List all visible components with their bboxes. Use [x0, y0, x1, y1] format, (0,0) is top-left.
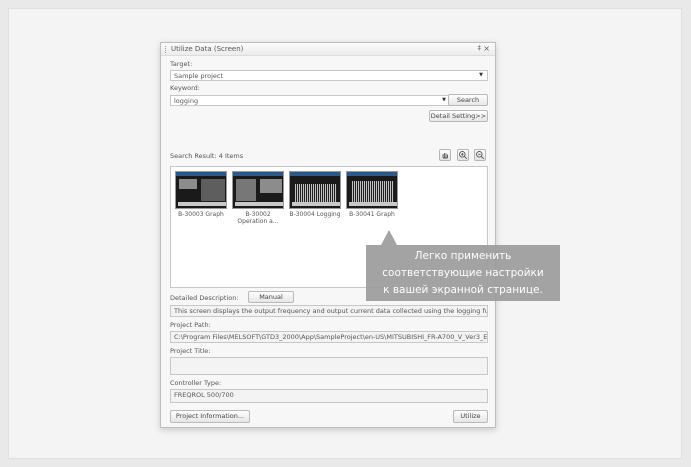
utilize-data-window: Utilize Data (Screen) ‡ × Target: Sample… [160, 42, 496, 428]
utilize-button[interactable]: Utilize [453, 410, 488, 423]
project-title-field [170, 357, 488, 375]
controller-type-field: FREQROL 500/700 [170, 389, 488, 403]
result-thumbnail[interactable] [175, 171, 227, 209]
detailed-description-label: Detailed Description: [170, 294, 239, 302]
keyword-combobox[interactable]: logging ▼ [170, 95, 451, 106]
project-path-label: Project Path: [170, 321, 211, 329]
project-information-button[interactable]: Project Information... [170, 410, 250, 423]
search-button[interactable]: Search [448, 94, 488, 106]
target-value: Sample project [174, 72, 223, 80]
result-thumbnail[interactable] [346, 171, 398, 209]
hand-icon[interactable] [439, 149, 451, 161]
title-bar: Utilize Data (Screen) ‡ × [161, 43, 495, 56]
grip-handle[interactable] [165, 46, 168, 53]
search-result-label: Search Result: 4 Items [170, 152, 244, 160]
project-title-label: Project Title: [170, 347, 211, 355]
callout-annotation: Легко применить соответствующие настройк… [366, 245, 560, 301]
result-caption: B-30003 Graph [178, 211, 224, 218]
callout-line: Легко применить [414, 250, 512, 262]
callout-pointer [381, 230, 397, 245]
keyword-label: Keyword: [170, 84, 200, 92]
detailed-description-text: This screen displays the output frequenc… [170, 305, 488, 317]
window-title: Utilize Data (Screen) [171, 45, 244, 53]
result-thumbnail[interactable] [232, 171, 284, 209]
target-dropdown[interactable]: Sample project ▼ [170, 70, 488, 81]
zoom-in-icon[interactable] [457, 149, 469, 161]
target-label: Target: [170, 60, 193, 68]
result-thumbnail[interactable] [289, 171, 341, 209]
controller-type-label: Controller Type: [170, 379, 222, 387]
keyword-value: logging [174, 97, 199, 105]
result-caption: B-30002 Operation a... [237, 211, 279, 225]
chevron-down-icon: ▼ [442, 97, 446, 103]
result-caption: B-30041 Graph [349, 211, 395, 218]
callout-line: к вашей экранной странице. [383, 284, 543, 296]
project-path-field: C:\Program Files\MELSOFT\GTD3_2000\App\S… [170, 331, 488, 343]
callout-line: соответствующие настройки [382, 267, 544, 279]
chevron-down-icon: ▼ [479, 72, 483, 78]
manual-button[interactable]: Manual [248, 291, 294, 303]
close-icon[interactable]: × [483, 44, 490, 53]
detail-setting-button[interactable]: Detail Setting>> [429, 110, 488, 122]
result-caption: B-30004 Logging [289, 211, 341, 218]
pin-icon[interactable]: ‡ [478, 44, 482, 52]
zoom-out-icon[interactable] [474, 149, 486, 161]
